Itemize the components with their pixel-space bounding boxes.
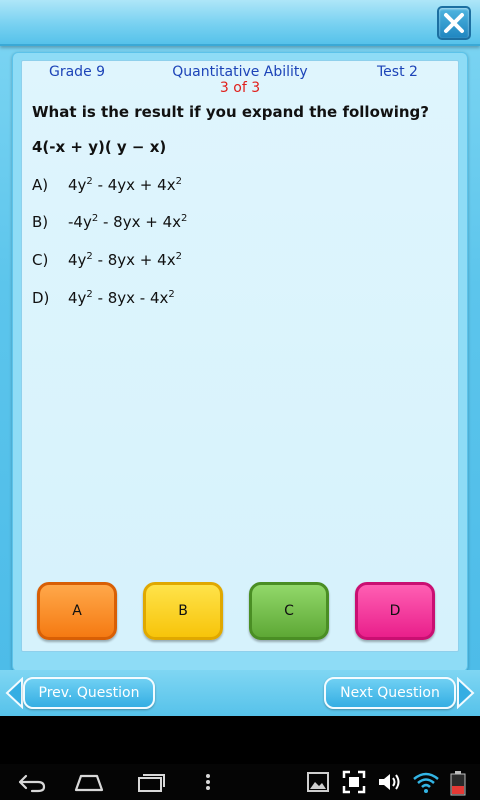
arrow-right-icon[interactable] (456, 677, 476, 709)
option-b: B) -4y2 - 8yx + 4x2 (32, 213, 188, 231)
next-question-button[interactable]: Next Question (324, 677, 456, 709)
option-letter: C) (32, 251, 49, 269)
wifi-icon (413, 772, 439, 793)
battery-icon (450, 771, 466, 796)
arrow-left-icon[interactable] (4, 677, 24, 709)
answer-b-button[interactable]: B (143, 582, 223, 640)
screenshot-icon (342, 770, 366, 794)
answer-a-button[interactable]: A (37, 582, 117, 640)
recent-apps-icon[interactable] (134, 770, 168, 794)
answer-d-button[interactable]: D (355, 582, 435, 640)
overflow-menu-icon[interactable] (198, 770, 218, 794)
grade-label: Grade 9 (49, 64, 106, 80)
option-a: A) 4y2 - 4yx + 4x2 (32, 176, 182, 194)
question-expression: 4(-x + y)( y − x) (32, 138, 167, 156)
top-bar (0, 0, 480, 46)
home-icon[interactable] (72, 770, 106, 794)
option-c: C) 4y2 - 8yx + 4x2 (32, 251, 182, 269)
prev-question-button[interactable]: Prev. Question (23, 677, 155, 709)
volume-icon (379, 774, 400, 790)
question-prompt: What is the result if you expand the fol… (32, 103, 429, 121)
test-label: Test 2 (377, 64, 418, 80)
close-button[interactable] (437, 6, 471, 40)
close-icon (444, 13, 464, 33)
option-letter: D) (32, 289, 50, 307)
option-letter: B) (32, 213, 49, 231)
question-progress: 3 of 3 (219, 80, 261, 96)
answer-c-button[interactable]: C (249, 582, 329, 640)
black-band (0, 716, 480, 764)
subject-label: Quantitative Ability (172, 64, 308, 80)
back-icon[interactable] (14, 770, 48, 794)
gallery-icon (307, 772, 329, 792)
option-letter: A) (32, 176, 49, 194)
option-d: D) 4y2 - 8yx - 4x2 (32, 289, 175, 307)
